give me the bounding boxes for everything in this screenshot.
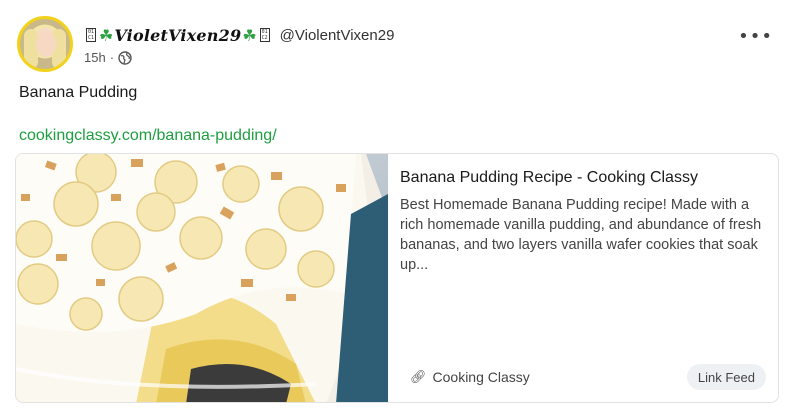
shamrock-icon: ☘ — [242, 25, 257, 45]
shamrock-icon: ☘ — [99, 25, 114, 45]
display-name[interactable]: VioletVixen29 — [114, 26, 241, 45]
avatar-face — [36, 31, 56, 57]
post-timestamp[interactable]: 15h — [84, 50, 106, 65]
author-row: 01 C1 ☘ VioletVixen29 ☘ 01 C2 @ViolentVixe… — [84, 25, 394, 45]
more-options-icon[interactable]: ••• — [738, 26, 773, 47]
card-source-label: Cooking Classy — [432, 369, 530, 385]
banana-pudding-illustration — [16, 154, 388, 402]
banana-pudding-photo[interactable] — [16, 154, 388, 402]
user-handle[interactable]: @ViolentVixen29 — [280, 27, 395, 44]
avatar[interactable] — [17, 16, 73, 72]
link-icon: 🔗︎ — [410, 369, 427, 384]
post-meta: 15h · — [84, 50, 132, 65]
post-link[interactable]: cookingclassy.com/banana-pudding/ — [19, 127, 277, 145]
meta-separator: · — [109, 50, 115, 65]
card-description: Best Homemade Banana Pudding recipe! Mad… — [400, 197, 762, 273]
card-title[interactable]: Banana Pudding Recipe - Cooking Classy — [400, 169, 698, 187]
public-audience-icon — [118, 50, 132, 65]
post-text: Banana Pudding — [19, 84, 138, 101]
unknown-glyph-icon: 01 C1 — [86, 28, 96, 42]
card-source[interactable]: 🔗︎ Cooking Classy — [410, 369, 530, 385]
unknown-glyph-icon: 01 C2 — [259, 28, 270, 42]
link-preview-card[interactable]: Banana Pudding Recipe - Cooking Classy B… — [15, 153, 779, 403]
link-feed-button[interactable]: Link Feed — [686, 364, 766, 390]
post: 01 C1 ☘ VioletVixen29 ☘ 01 C2 @ViolentVixe… — [0, 0, 789, 414]
